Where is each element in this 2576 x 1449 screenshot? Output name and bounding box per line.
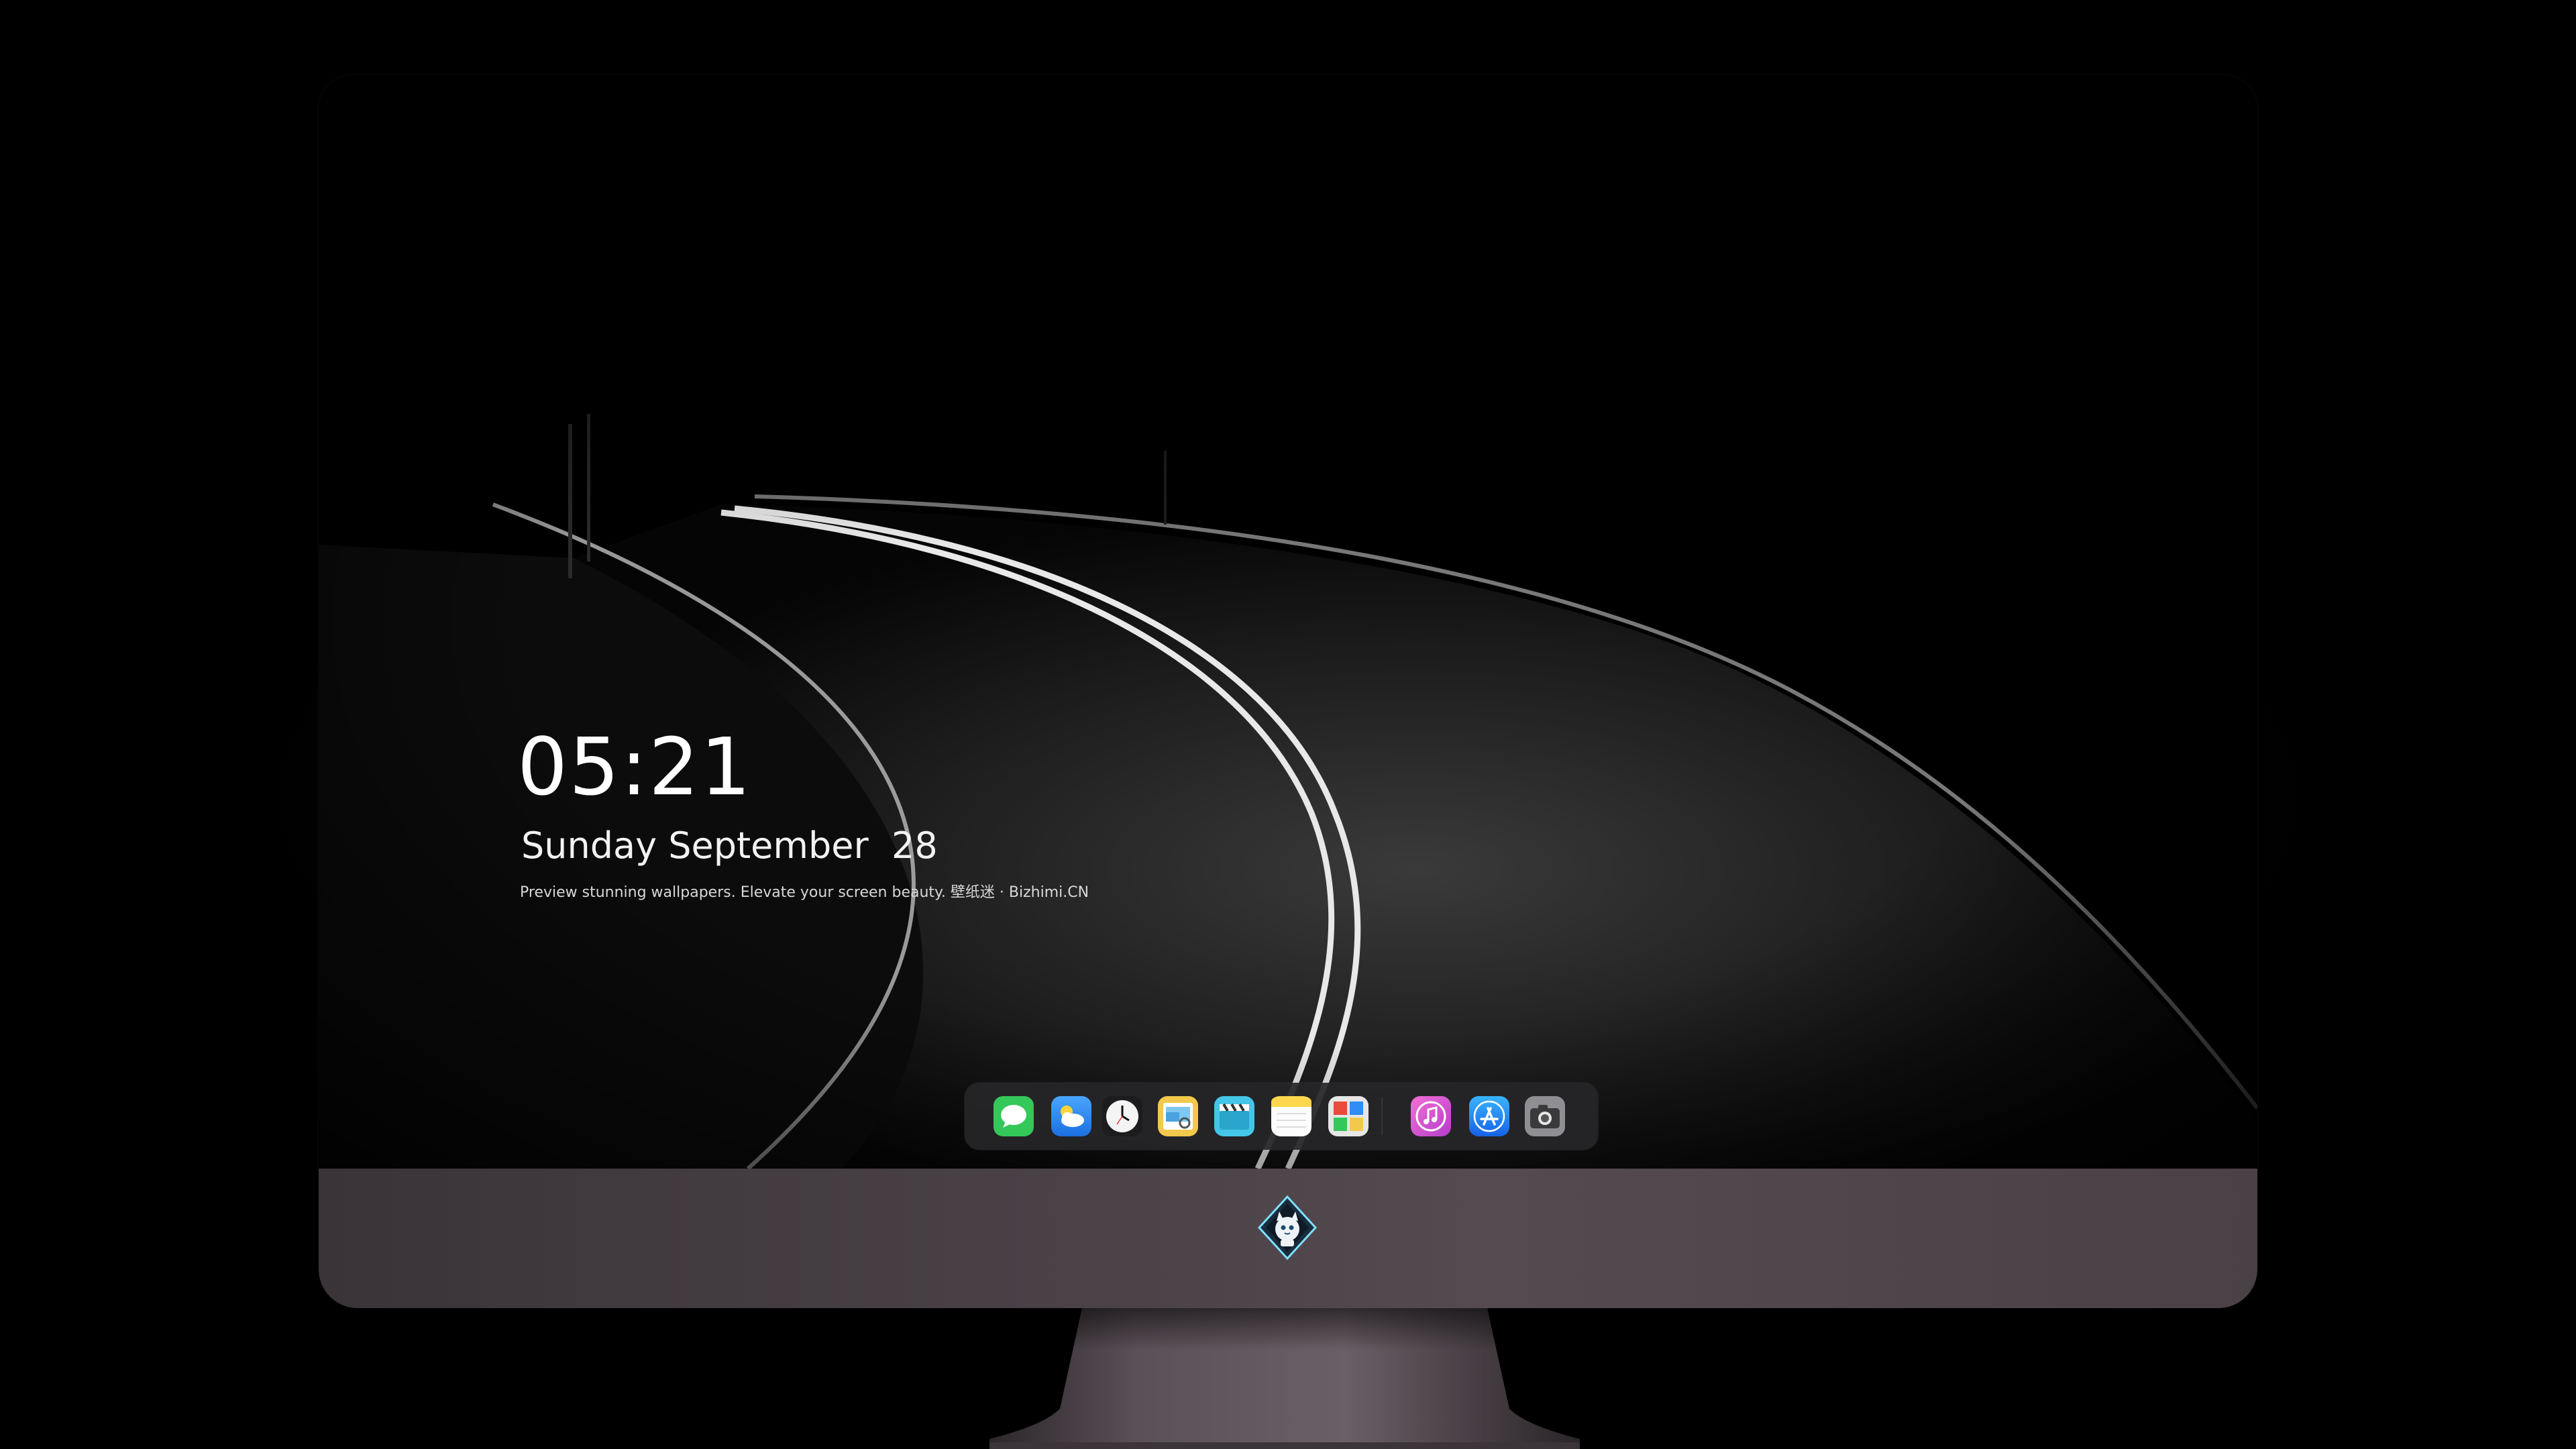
lockscreen-date: Sunday September 28 bbox=[521, 824, 938, 867]
wallpaper-caption: Preview stunning wallpapers. Elevate you… bbox=[520, 884, 1089, 901]
desktop-scene: 05:21 Sunday September 28 Preview stunni… bbox=[0, 0, 2576, 1449]
notes-icon[interactable] bbox=[1271, 1096, 1311, 1136]
preview-icon[interactable] bbox=[1158, 1096, 1198, 1136]
camera-icon[interactable] bbox=[1525, 1096, 1565, 1136]
lockscreen-time: 05:21 bbox=[517, 720, 753, 813]
monitor: 05:21 Sunday September 28 Preview stunni… bbox=[319, 75, 2257, 1308]
dock bbox=[965, 1083, 1598, 1150]
clock-icon[interactable] bbox=[1102, 1096, 1142, 1136]
monitor-screen: 05:21 Sunday September 28 Preview stunni… bbox=[319, 75, 2257, 1169]
monitor-chin bbox=[319, 1169, 2257, 1308]
mascot-logo-icon bbox=[1257, 1195, 1318, 1260]
photo-grid-icon[interactable] bbox=[1328, 1096, 1368, 1136]
weather-icon[interactable] bbox=[1051, 1096, 1091, 1136]
clapperboard-icon[interactable] bbox=[1214, 1096, 1254, 1136]
dock-separator bbox=[1381, 1097, 1383, 1135]
monitor-stand bbox=[989, 1308, 1580, 1449]
road-wallpaper bbox=[319, 75, 2257, 1169]
app-store-icon[interactable] bbox=[1469, 1096, 1509, 1136]
music-note-icon[interactable] bbox=[1411, 1096, 1451, 1136]
messages-icon[interactable] bbox=[994, 1096, 1034, 1136]
